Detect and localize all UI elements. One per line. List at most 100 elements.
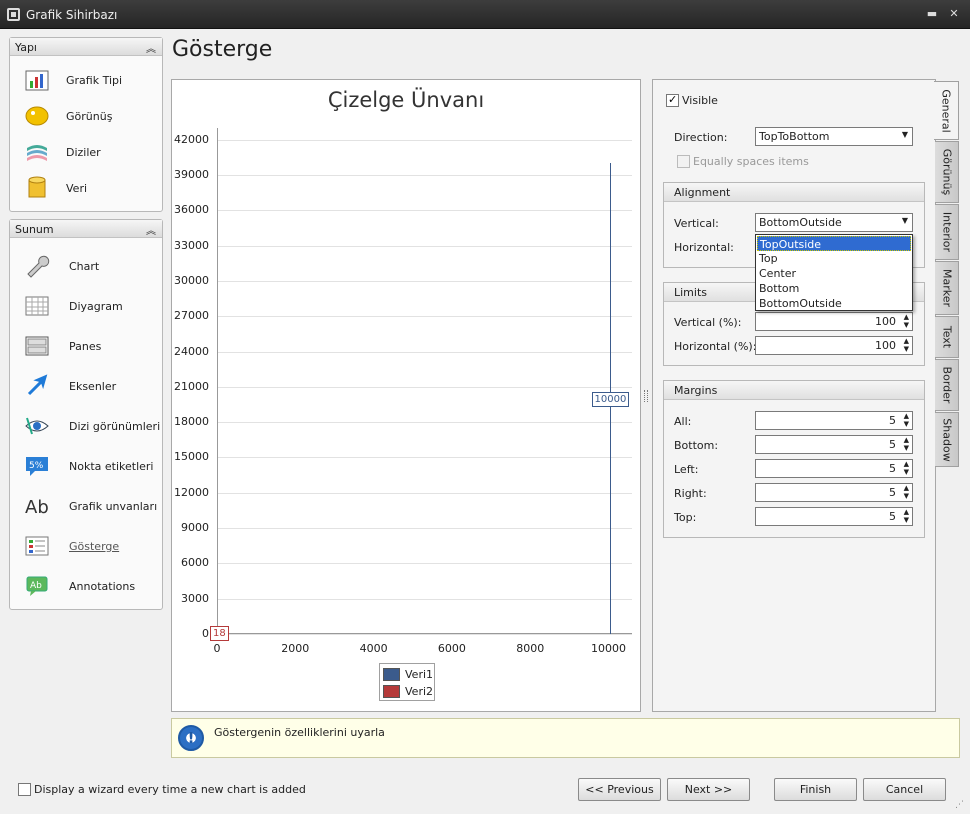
dropdown-option-bottom[interactable]: Bottom	[757, 281, 911, 296]
plot-area: 10000 18	[210, 128, 632, 641]
spinner-arrows-icon[interactable]: ▲ ▼	[904, 337, 909, 353]
spinner-arrows-icon[interactable]: ▲ ▼	[904, 412, 909, 428]
spinner-arrows-icon[interactable]: ▲ ▼	[904, 313, 909, 329]
y-tick-label: 21000	[174, 379, 209, 393]
page-title: Gösterge	[172, 37, 273, 62]
nav-dizi-gorunumleri[interactable]: Dizi görünümleri	[10, 411, 162, 441]
tab-gorunus-label: Görünüş	[940, 148, 953, 196]
nav-annotations-label: Annotations	[69, 580, 136, 593]
margin-all-spinner[interactable]: 5 ▲ ▼	[755, 411, 913, 430]
tab-gorunus[interactable]: Görünüş	[935, 141, 959, 203]
vertical-align-dropdown: TopOutside Top Center Bottom BottomOutsi…	[755, 234, 913, 311]
previous-button[interactable]: << Previous	[578, 778, 661, 801]
nav-grafik-unvanlari[interactable]: Ab Grafik unvanları	[10, 491, 162, 521]
margin-bottom-label: Bottom:	[674, 439, 719, 452]
margin-right-spinner[interactable]: 5 ▲ ▼	[755, 483, 913, 502]
spinner-arrows-icon[interactable]: ▲ ▼	[904, 508, 909, 524]
limits-horizontal-spinner[interactable]: 100 ▲ ▼	[755, 336, 913, 355]
data-label: 18	[210, 626, 229, 641]
info-icon: !	[178, 725, 204, 751]
gridline	[218, 634, 632, 635]
splitter-handle[interactable]	[644, 390, 648, 402]
nav-veri-label: Veri	[66, 182, 88, 195]
margin-bottom-spinner[interactable]: 5 ▲ ▼	[755, 435, 913, 454]
direction-value: TopToBottom	[759, 130, 830, 143]
close-icon[interactable]: ✕	[948, 8, 960, 20]
minimize-icon[interactable]: ▬	[926, 8, 938, 20]
collapse-icon[interactable]: ︽	[146, 222, 156, 237]
nav-panes[interactable]: Panes	[10, 331, 162, 361]
horizontal-align-label: Horizontal:	[674, 241, 734, 254]
yapi-header-label: Yapı	[15, 41, 37, 54]
vertical-align-select[interactable]: BottomOutside ▼	[755, 213, 913, 232]
gridline	[218, 563, 632, 565]
tab-marker[interactable]: Marker	[935, 261, 959, 315]
svg-text:5%: 5%	[29, 461, 44, 471]
y-tick-label: 6000	[181, 556, 209, 570]
margin-left-spinner[interactable]: 5 ▲ ▼	[755, 459, 913, 478]
margin-right-value: 5	[889, 486, 896, 499]
dropdown-option-center[interactable]: Center	[757, 266, 911, 281]
nav-dizi-gorunumleri-label: Dizi görünümleri	[69, 420, 161, 433]
finish-button[interactable]: Finish	[774, 778, 857, 801]
resize-grip-icon[interactable]: ⋰	[955, 800, 964, 810]
nav-nokta-etiketleri-label: Nokta etiketleri	[69, 460, 154, 473]
legend-swatch	[383, 668, 400, 681]
cancel-button[interactable]: Cancel	[863, 778, 946, 801]
tab-text-label: Text	[940, 325, 953, 349]
dropdown-option-bottomoutside[interactable]: BottomOutside	[757, 296, 911, 311]
margin-all-value: 5	[889, 414, 896, 427]
nav-grafik-unvanlari-label: Grafik unvanları	[69, 500, 158, 513]
tab-border[interactable]: Border	[935, 359, 959, 411]
spinner-arrows-icon[interactable]: ▲ ▼	[904, 436, 909, 452]
svg-text:Ab: Ab	[25, 497, 49, 518]
window-title: Grafik Sihirbazı	[26, 8, 118, 22]
wrench-icon	[24, 254, 50, 278]
nav-diziler[interactable]: Diziler	[10, 137, 162, 167]
equally-spaces-checkbox[interactable]	[677, 155, 690, 168]
dropdown-option-topoutside[interactable]: TopOutside	[757, 236, 911, 251]
tab-general[interactable]: General	[934, 81, 959, 140]
visible-label: Visible	[682, 94, 718, 107]
sunum-header[interactable]: Sunum ︽	[10, 220, 162, 238]
show-wizard-checkbox[interactable]	[18, 783, 31, 796]
margin-top-spinner[interactable]: 5 ▲ ▼	[755, 507, 913, 526]
axis-arrow-icon	[24, 374, 50, 398]
nav-gorunus[interactable]: Görünüş	[10, 101, 162, 131]
direction-select[interactable]: TopToBottom ▼	[755, 127, 913, 146]
spinner-arrows-icon[interactable]: ▲ ▼	[904, 460, 909, 476]
nav-annotations[interactable]: Ab Annotations	[10, 571, 162, 601]
spinner-arrows-icon[interactable]: ▲ ▼	[904, 484, 909, 500]
next-button[interactable]: Next >>	[667, 778, 750, 801]
nav-nokta-etiketleri[interactable]: 5% Nokta etiketleri	[10, 451, 162, 481]
limits-vertical-spinner[interactable]: 100 ▲ ▼	[755, 312, 913, 331]
nav-veri[interactable]: Veri	[10, 173, 162, 203]
limits-horizontal-value: 100	[875, 339, 896, 352]
x-tick-label: 4000	[359, 642, 388, 655]
nav-eksenler[interactable]: Eksenler	[10, 371, 162, 401]
y-tick-label: 33000	[174, 238, 209, 252]
nav-chart[interactable]: Chart	[10, 251, 162, 281]
nav-grafik-tipi[interactable]: Grafik Tipi	[10, 65, 162, 95]
dropdown-option-top[interactable]: Top	[757, 251, 911, 266]
nav-diyagram[interactable]: Diyagram	[10, 291, 162, 321]
alignment-header: Alignment	[664, 183, 924, 202]
panes-icon	[24, 334, 50, 358]
chart-preview[interactable]: Çizelge Ünvanı 10000 18 Veri1 Veri2 42000…	[171, 79, 641, 712]
nav-gorunus-label: Görünüş	[66, 110, 113, 123]
y-tick-label: 18000	[174, 415, 209, 429]
limits-vertical-label: Vertical (%):	[674, 316, 742, 329]
collapse-icon[interactable]: ︽	[146, 40, 156, 55]
yapi-header[interactable]: Yapı ︽	[10, 38, 162, 56]
nav-gosterge[interactable]: Gösterge	[10, 531, 162, 561]
tab-text[interactable]: Text	[935, 316, 959, 358]
vertical-align-label: Vertical:	[674, 217, 719, 230]
x-tick-label: 0	[213, 642, 221, 655]
y-tick-label: 24000	[174, 344, 209, 358]
database-icon	[24, 176, 50, 200]
chevron-down-icon: ▼	[901, 216, 908, 225]
tab-interior[interactable]: Interior	[935, 204, 959, 260]
tab-shadow[interactable]: Shadow	[935, 412, 959, 467]
visible-checkbox[interactable]	[666, 93, 679, 107]
legend-swatch	[383, 685, 400, 698]
